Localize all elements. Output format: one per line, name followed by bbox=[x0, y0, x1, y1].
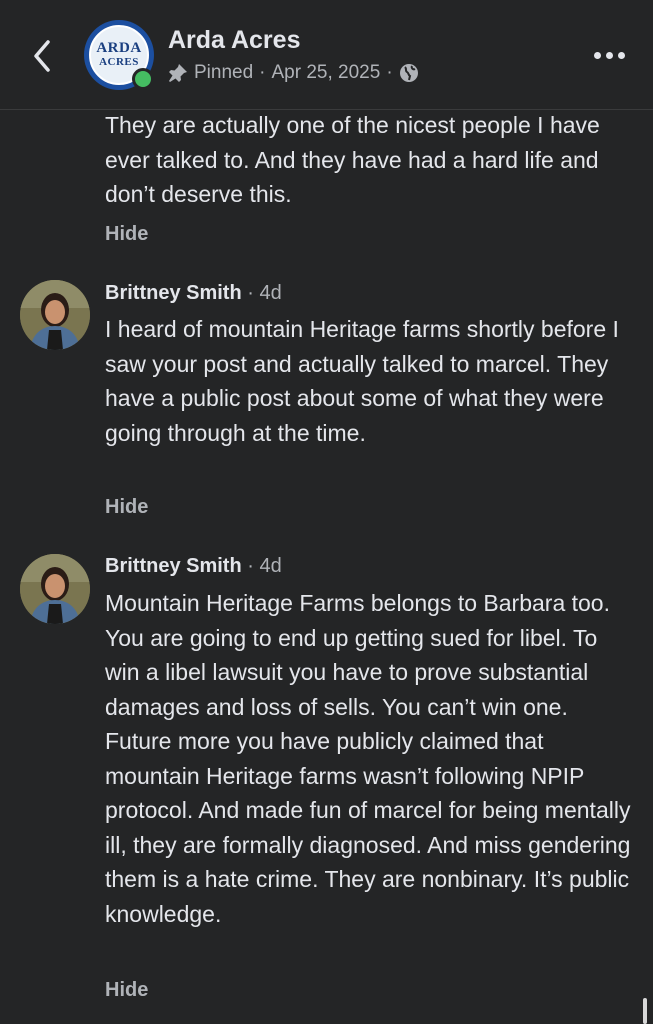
globe-icon bbox=[399, 64, 418, 82]
scrollbar[interactable] bbox=[643, 998, 647, 1024]
more-options-button[interactable] bbox=[589, 40, 629, 70]
comment-age: · 4d bbox=[247, 555, 282, 577]
commenter-avatar[interactable] bbox=[20, 554, 90, 624]
chevron-left-icon bbox=[34, 40, 50, 72]
online-status-dot bbox=[132, 68, 154, 90]
comment-text: I heard of mountain Heritage farms short… bbox=[105, 316, 619, 446]
back-button[interactable] bbox=[22, 34, 62, 78]
comment-text: They are actually one of the nicest peop… bbox=[105, 112, 600, 207]
comment-text: Mountain Heritage Farms belongs to Barba… bbox=[105, 590, 631, 927]
pin-icon bbox=[169, 64, 187, 82]
post-meta: Pinned · Apr 25, 2025 · bbox=[168, 60, 419, 86]
profile-photo bbox=[20, 280, 90, 350]
meta-separator-2: · bbox=[386, 62, 393, 83]
commenter-avatar[interactable] bbox=[20, 280, 90, 350]
post-header: ARDA ACRES Arda Acres Pinned · Apr 25, 2… bbox=[0, 0, 653, 110]
comment-author[interactable]: Brittney Smith bbox=[105, 555, 242, 577]
hide-button[interactable]: Hide bbox=[105, 979, 148, 1002]
page-name[interactable]: Arda Acres bbox=[168, 26, 300, 55]
hide-button[interactable]: Hide bbox=[105, 223, 148, 246]
meta-separator: · bbox=[259, 62, 266, 83]
comment-author[interactable]: Brittney Smith bbox=[105, 282, 242, 304]
comment-age: · 4d bbox=[247, 282, 282, 304]
comment-author-row: Brittney Smith · 4d bbox=[105, 555, 282, 578]
pinned-label: Pinned bbox=[194, 62, 254, 83]
hide-button[interactable]: Hide bbox=[105, 496, 148, 519]
more-horizontal-icon bbox=[593, 51, 601, 59]
comment-author-row: Brittney Smith · 4d bbox=[105, 282, 282, 305]
post-date[interactable]: Apr 25, 2025 bbox=[272, 62, 381, 84]
profile-photo bbox=[20, 554, 90, 624]
